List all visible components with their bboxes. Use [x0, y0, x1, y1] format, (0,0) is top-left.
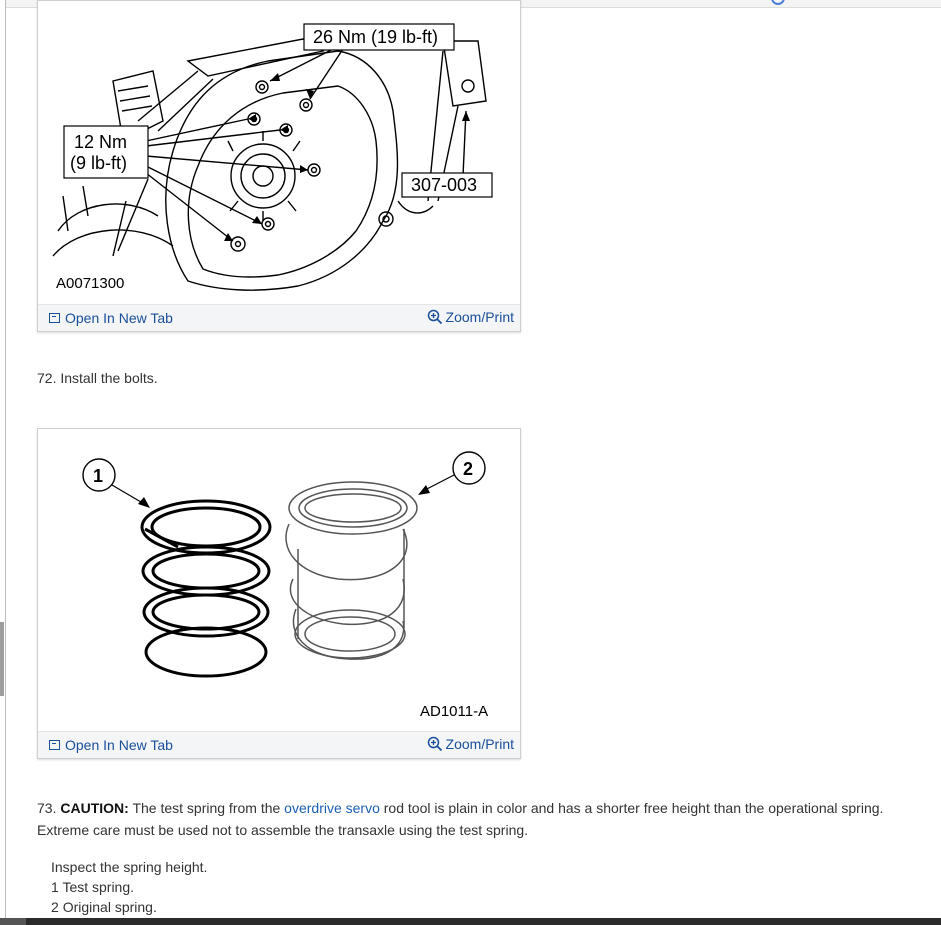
sub-heading: Inspect the spring height.: [51, 859, 208, 875]
torque-label-left-line1: 12 Nm: [74, 132, 128, 152]
step-72: 72. Install the bolts.: [37, 370, 158, 386]
tool-label: 307-003: [411, 175, 478, 195]
caution-text-cont: rod tool is plain in color and has a sho…: [383, 800, 884, 816]
zoom-print-link[interactable]: Zoom/Print: [427, 309, 514, 325]
taskbar-start[interactable]: [0, 918, 26, 925]
zoom-in-icon: [427, 736, 442, 752]
scrollbar-thumb[interactable]: [0, 622, 4, 696]
item-label: Test spring.: [62, 879, 135, 895]
step-number: 73.: [37, 800, 57, 816]
open-link-label: Open In New Tab: [65, 737, 173, 753]
torque-label-top: 26 Nm (19 lb-ft): [313, 27, 439, 47]
figure-transaxle-bolts: 26 Nm (19 lb-ft) 12 Nm (9 lb-ft) 307-003…: [37, 0, 521, 332]
figure-footer: Open In New Tab Zoom/Print: [38, 731, 520, 758]
left-border: [5, 0, 6, 918]
caution-label: CAUTION:: [60, 800, 129, 816]
item-label: Original spring.: [62, 899, 157, 915]
item-number: 2: [51, 899, 59, 915]
figure-code: AD1011-A: [420, 703, 489, 720]
step-text: Install the bolts.: [60, 370, 158, 386]
torque-label-left-line2: (9 lb-ft): [70, 153, 128, 173]
open-in-new-tab-link[interactable]: Open In New Tab: [49, 310, 173, 326]
zoom-link-label: Zoom/Print: [445, 309, 514, 325]
springs-illustration: [82, 451, 486, 678]
open-in-new-tab-link[interactable]: Open In New Tab: [49, 737, 173, 753]
zoom-in-icon: [427, 309, 442, 325]
toolbar-circle-icon[interactable]: [771, 0, 785, 5]
open-tab-icon: [49, 313, 60, 323]
overdrive-servo-link[interactable]: overdrive servo: [284, 800, 380, 816]
figure-footer: Open In New Tab Zoom/Print: [38, 304, 520, 331]
open-link-label: Open In New Tab: [65, 310, 173, 326]
list-item: 1 Test spring.: [51, 879, 134, 895]
callout-2: 2: [463, 459, 474, 479]
list-item: 2 Original spring.: [51, 899, 157, 915]
caution-line2: Extreme care must be used not to assembl…: [37, 822, 529, 838]
item-number: 1: [51, 879, 59, 895]
bottom-taskbar-edge: [0, 918, 941, 925]
zoom-link-label: Zoom/Print: [445, 736, 514, 752]
figure-code: A0071300: [56, 275, 125, 292]
step-number: 72.: [37, 370, 57, 386]
figure-springs: 1 2 AD1011-A Open In New Tab Zoom/Print: [37, 428, 521, 759]
open-tab-icon: [49, 740, 60, 750]
step-73: 73. CAUTION: The test spring from the ov…: [37, 797, 927, 841]
caution-text: The test spring from the: [132, 800, 281, 816]
callout-1: 1: [93, 466, 104, 486]
zoom-print-link[interactable]: Zoom/Print: [427, 736, 514, 752]
